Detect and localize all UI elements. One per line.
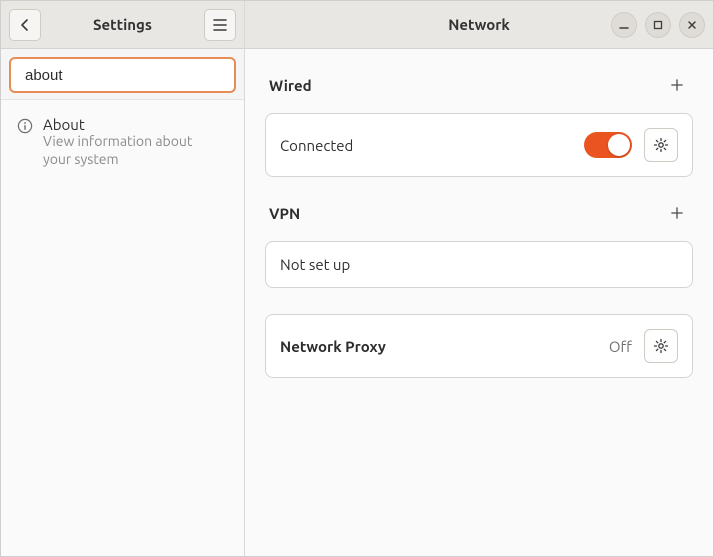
vpn-label: VPN bbox=[269, 205, 300, 222]
content-area: Wired Connected VPN bbox=[245, 49, 713, 396]
search-result-title: About bbox=[43, 116, 223, 133]
plus-icon bbox=[671, 206, 683, 220]
search-result-subtitle: View information about your system bbox=[43, 133, 223, 168]
close-icon bbox=[687, 20, 697, 30]
proxy-card: Network Proxy Off bbox=[265, 314, 693, 378]
maximize-button[interactable] bbox=[645, 12, 671, 38]
plus-icon bbox=[671, 78, 683, 92]
proxy-settings-button[interactable] bbox=[644, 329, 678, 363]
search-result-text: About View information about your system bbox=[43, 116, 223, 168]
chevron-left-icon bbox=[19, 18, 31, 32]
main-title: Network bbox=[448, 16, 510, 33]
search-results: About View information about your system bbox=[1, 100, 244, 184]
add-vpn-button[interactable] bbox=[665, 201, 689, 225]
hamburger-menu-button[interactable] bbox=[204, 9, 236, 41]
search-result-about[interactable]: About View information about your system bbox=[5, 110, 240, 174]
minimize-button[interactable] bbox=[611, 12, 637, 38]
proxy-controls: Off bbox=[609, 329, 678, 363]
spacer bbox=[265, 298, 693, 304]
settings-window: Settings About View information about yo… bbox=[0, 0, 714, 557]
vpn-card: Not set up bbox=[265, 241, 693, 288]
maximize-icon bbox=[653, 20, 663, 30]
search-bar-area bbox=[1, 49, 244, 100]
proxy-label: Network Proxy bbox=[280, 338, 386, 355]
wired-card: Connected bbox=[265, 113, 693, 177]
wired-toggle[interactable] bbox=[584, 132, 632, 158]
hamburger-icon bbox=[213, 19, 227, 31]
main-headerbar: Network bbox=[245, 1, 713, 49]
sidebar: Settings About View information about yo… bbox=[1, 1, 245, 556]
vpn-section-header: VPN bbox=[265, 187, 693, 231]
main-panel: Network Wired C bbox=[245, 1, 713, 556]
gear-icon bbox=[653, 137, 669, 153]
window-controls bbox=[611, 12, 705, 38]
gear-icon bbox=[653, 338, 669, 354]
wired-settings-button[interactable] bbox=[644, 128, 678, 162]
wired-controls bbox=[584, 128, 678, 162]
wired-status: Connected bbox=[280, 137, 353, 154]
info-icon bbox=[17, 118, 33, 134]
back-button[interactable] bbox=[9, 9, 41, 41]
wired-label: Wired bbox=[269, 77, 312, 94]
search-input[interactable] bbox=[25, 67, 224, 84]
add-wired-button[interactable] bbox=[665, 73, 689, 97]
wired-section-header: Wired bbox=[265, 67, 693, 103]
vpn-status: Not set up bbox=[280, 256, 350, 273]
toggle-knob bbox=[608, 134, 630, 156]
proxy-status: Off bbox=[609, 338, 632, 355]
sidebar-title: Settings bbox=[49, 16, 196, 33]
search-field[interactable] bbox=[9, 57, 236, 93]
minimize-icon bbox=[619, 20, 629, 30]
sidebar-headerbar: Settings bbox=[1, 1, 244, 49]
close-button[interactable] bbox=[679, 12, 705, 38]
